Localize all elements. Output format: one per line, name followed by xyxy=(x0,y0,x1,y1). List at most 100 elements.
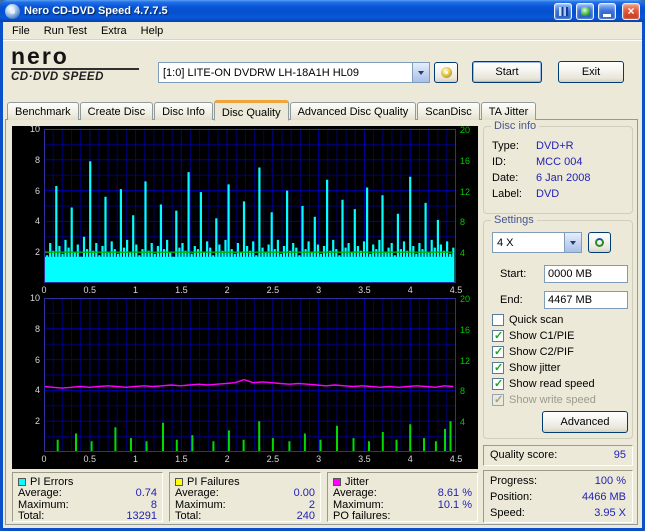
tab-disc-info[interactable]: Disc Info xyxy=(154,102,213,120)
refresh-icon xyxy=(595,238,604,247)
tab-ta-jitter[interactable]: TA Jitter xyxy=(480,102,537,120)
jitter-panel: Jitter Average: 8.61 % Maximum: 10.1 % PO … xyxy=(327,472,478,522)
disc-info-title: Disc info xyxy=(491,120,540,132)
stat-row: Total: 13291 xyxy=(18,510,157,522)
pi-failures-panel: PI Failures Average: 0.00 Maximum: 2 Total… xyxy=(169,472,321,522)
chevron-down-icon xyxy=(570,240,576,245)
end-position-input[interactable] xyxy=(544,291,628,309)
checkbox-label: Quick scan xyxy=(509,314,564,326)
tab-create-disc[interactable]: Create Disc xyxy=(79,102,154,120)
checkbox-show-c2-pif[interactable]: Show C2/PIF xyxy=(492,345,574,359)
pie-speed-chart: 2 4 6 8 10 4 8 12 16 20 0 0.5 1 1.5 2 2.5 3 3.5 4 4.5 xyxy=(12,124,478,298)
stat-row: Total: 240 xyxy=(175,510,315,522)
pif-jitter-chart: 2 4 6 8 10 4 8 12 16 20 0 0.5 1 1.5 2 2.5 3 3.5 4 4.5 xyxy=(12,293,478,467)
tab-benchmark[interactable]: Benchmark xyxy=(7,102,79,120)
tab-disc-quality[interactable]: Disc Quality xyxy=(213,100,289,121)
pi-errors-swatch xyxy=(18,477,26,486)
quality-score-value: 95 xyxy=(613,449,626,461)
checkbox-show-write-speed: Show write speed xyxy=(492,393,596,407)
menu-file[interactable]: File xyxy=(5,23,37,39)
exit-button[interactable]: Exit xyxy=(558,61,624,83)
chevron-down-icon xyxy=(418,70,424,75)
settings-title: Settings xyxy=(491,214,537,226)
scan-speed-arrow[interactable] xyxy=(564,233,581,252)
pie-right-axis: 4 8 12 16 20 xyxy=(460,125,471,259)
checkbox-box[interactable] xyxy=(492,361,504,374)
pie-left-axis: 2 4 6 8 10 xyxy=(29,124,40,258)
checkbox-box[interactable] xyxy=(492,345,504,358)
checkbox-box[interactable] xyxy=(492,329,504,342)
checkbox-show-read-speed[interactable]: Show read speed xyxy=(492,377,595,391)
menu-help[interactable]: Help xyxy=(134,23,171,39)
quality-score-label: Quality score: xyxy=(490,449,558,461)
speed-row: Speed: 3.95 X xyxy=(490,507,626,519)
checkbox-label: Show jitter xyxy=(509,362,561,374)
checkbox-show-c1-pie[interactable]: Show C1/PIE xyxy=(492,329,574,343)
checkbox-show-jitter[interactable]: Show jitter xyxy=(492,361,560,375)
menu-run-test[interactable]: Run Test xyxy=(37,23,94,39)
tab-advanced-disc-quality[interactable]: Advanced Disc Quality xyxy=(289,102,417,120)
titlebar-disc-button[interactable] xyxy=(576,2,594,20)
graphs-panel: 2 4 6 8 10 4 8 12 16 20 0 0.5 1 1.5 2 2.5 3 3.5 4 4.5 246… xyxy=(12,124,478,469)
checkbox-label: Show C2/PIF xyxy=(509,346,574,358)
disc-date-row: Date: 6 Jan 2008 xyxy=(492,172,591,184)
settings-group: Settings 4 X Start: End: Quick scan Show… xyxy=(483,214,633,439)
jitter-title: Jitter xyxy=(345,475,369,488)
pif-left-axis: 2 4 6 8 10 xyxy=(29,293,40,427)
disc-quality-panel: 2 4 6 8 10 4 8 12 16 20 0 0.5 1 1.5 2 2.5 3 3.5 4 4.5 246… xyxy=(5,119,638,525)
app-window: Nero CD-DVD Speed 4.7.7.5 × File Run Tes… xyxy=(0,0,645,531)
pi-failures-title: PI Failures xyxy=(187,475,240,488)
start-button[interactable]: Start xyxy=(472,61,542,83)
quality-score-row: Quality score: 95 xyxy=(484,446,632,465)
stat-row: Average: 0.74 xyxy=(18,487,157,499)
checkbox-label: Show C1/PIE xyxy=(509,330,575,342)
nero-logo-wordmark: nero xyxy=(11,43,69,69)
checkbox-box[interactable] xyxy=(492,377,504,390)
checkbox-box[interactable] xyxy=(492,314,504,326)
quality-score-panel: Quality score: 95 xyxy=(483,445,633,466)
titlebar[interactable]: Nero CD-DVD Speed 4.7.7.5 × xyxy=(0,0,645,22)
pi-errors-title: PI Errors xyxy=(30,475,74,488)
pif-plot xyxy=(44,298,456,452)
tab-bar: Benchmark Create Disc Disc Info Disc Qua… xyxy=(7,99,537,121)
refresh-speeds-button[interactable] xyxy=(588,232,611,253)
stat-row: Average: 0.00 xyxy=(175,487,315,499)
drive-select-arrow[interactable] xyxy=(412,63,429,82)
start-position-input[interactable] xyxy=(544,265,628,283)
tab-scandisc[interactable]: ScanDisc xyxy=(417,102,480,120)
advanced-button[interactable]: Advanced xyxy=(542,411,628,433)
drive-tools-button[interactable] xyxy=(434,62,458,83)
pi-errors-panel: PI Errors Average: 0.74 Maximum: 8 Total: 1… xyxy=(12,472,163,522)
nero-logo: nero CD·DVD SPEED xyxy=(11,45,161,83)
jitter-swatch xyxy=(333,477,341,486)
window-body: File Run Test Extra Help nero CD·DVD SPE… xyxy=(3,22,642,528)
close-icon: × xyxy=(627,4,635,18)
disc-icon xyxy=(440,67,452,78)
close-button[interactable]: × xyxy=(622,2,640,20)
drive-select-value: [1:0] LITE-ON DVDRW LH-18A1H HL09 xyxy=(163,66,360,79)
pie-x-axis: 0 0.5 1 1.5 2 2.5 3 3.5 4 4.5 xyxy=(41,285,463,295)
titlebar-chart-button[interactable] xyxy=(554,2,572,20)
drive-select[interactable]: [1:0] LITE-ON DVDRW LH-18A1H HL09 xyxy=(158,62,430,83)
bar-chart-icon xyxy=(558,6,568,16)
checkbox-label: Show write speed xyxy=(509,394,596,406)
menu-extra[interactable]: Extra xyxy=(94,23,134,39)
checkbox-quick-scan[interactable]: Quick scan xyxy=(492,313,563,327)
stat-row: PO failures: xyxy=(333,510,391,522)
green-disc-icon xyxy=(580,6,590,16)
scan-speed-value: 4 X xyxy=(497,236,514,249)
scan-speed-select[interactable]: 4 X xyxy=(492,232,582,253)
menu-bar: File Run Test Extra Help xyxy=(3,22,642,40)
nero-logo-subtitle: CD·DVD SPEED xyxy=(11,68,139,83)
minimize-button[interactable] xyxy=(598,2,616,20)
progress-panel: Progress: 100 % Position: 4466 MB Speed: 3.… xyxy=(483,470,633,523)
app-icon xyxy=(5,3,20,19)
window-title: Nero CD-DVD Speed 4.7.7.5 xyxy=(24,5,168,17)
disc-type-row: Type: DVD+R xyxy=(492,140,574,152)
start-label: Start: xyxy=(500,268,527,280)
end-label: End: xyxy=(500,294,523,306)
pif-x-axis: 0 0.5 1 1.5 2 2.5 3 3.5 4 4.5 xyxy=(41,454,463,464)
progress-row: Progress: 100 % xyxy=(490,475,626,487)
pie-plot xyxy=(44,129,456,283)
position-row: Position: 4466 MB xyxy=(490,491,626,503)
